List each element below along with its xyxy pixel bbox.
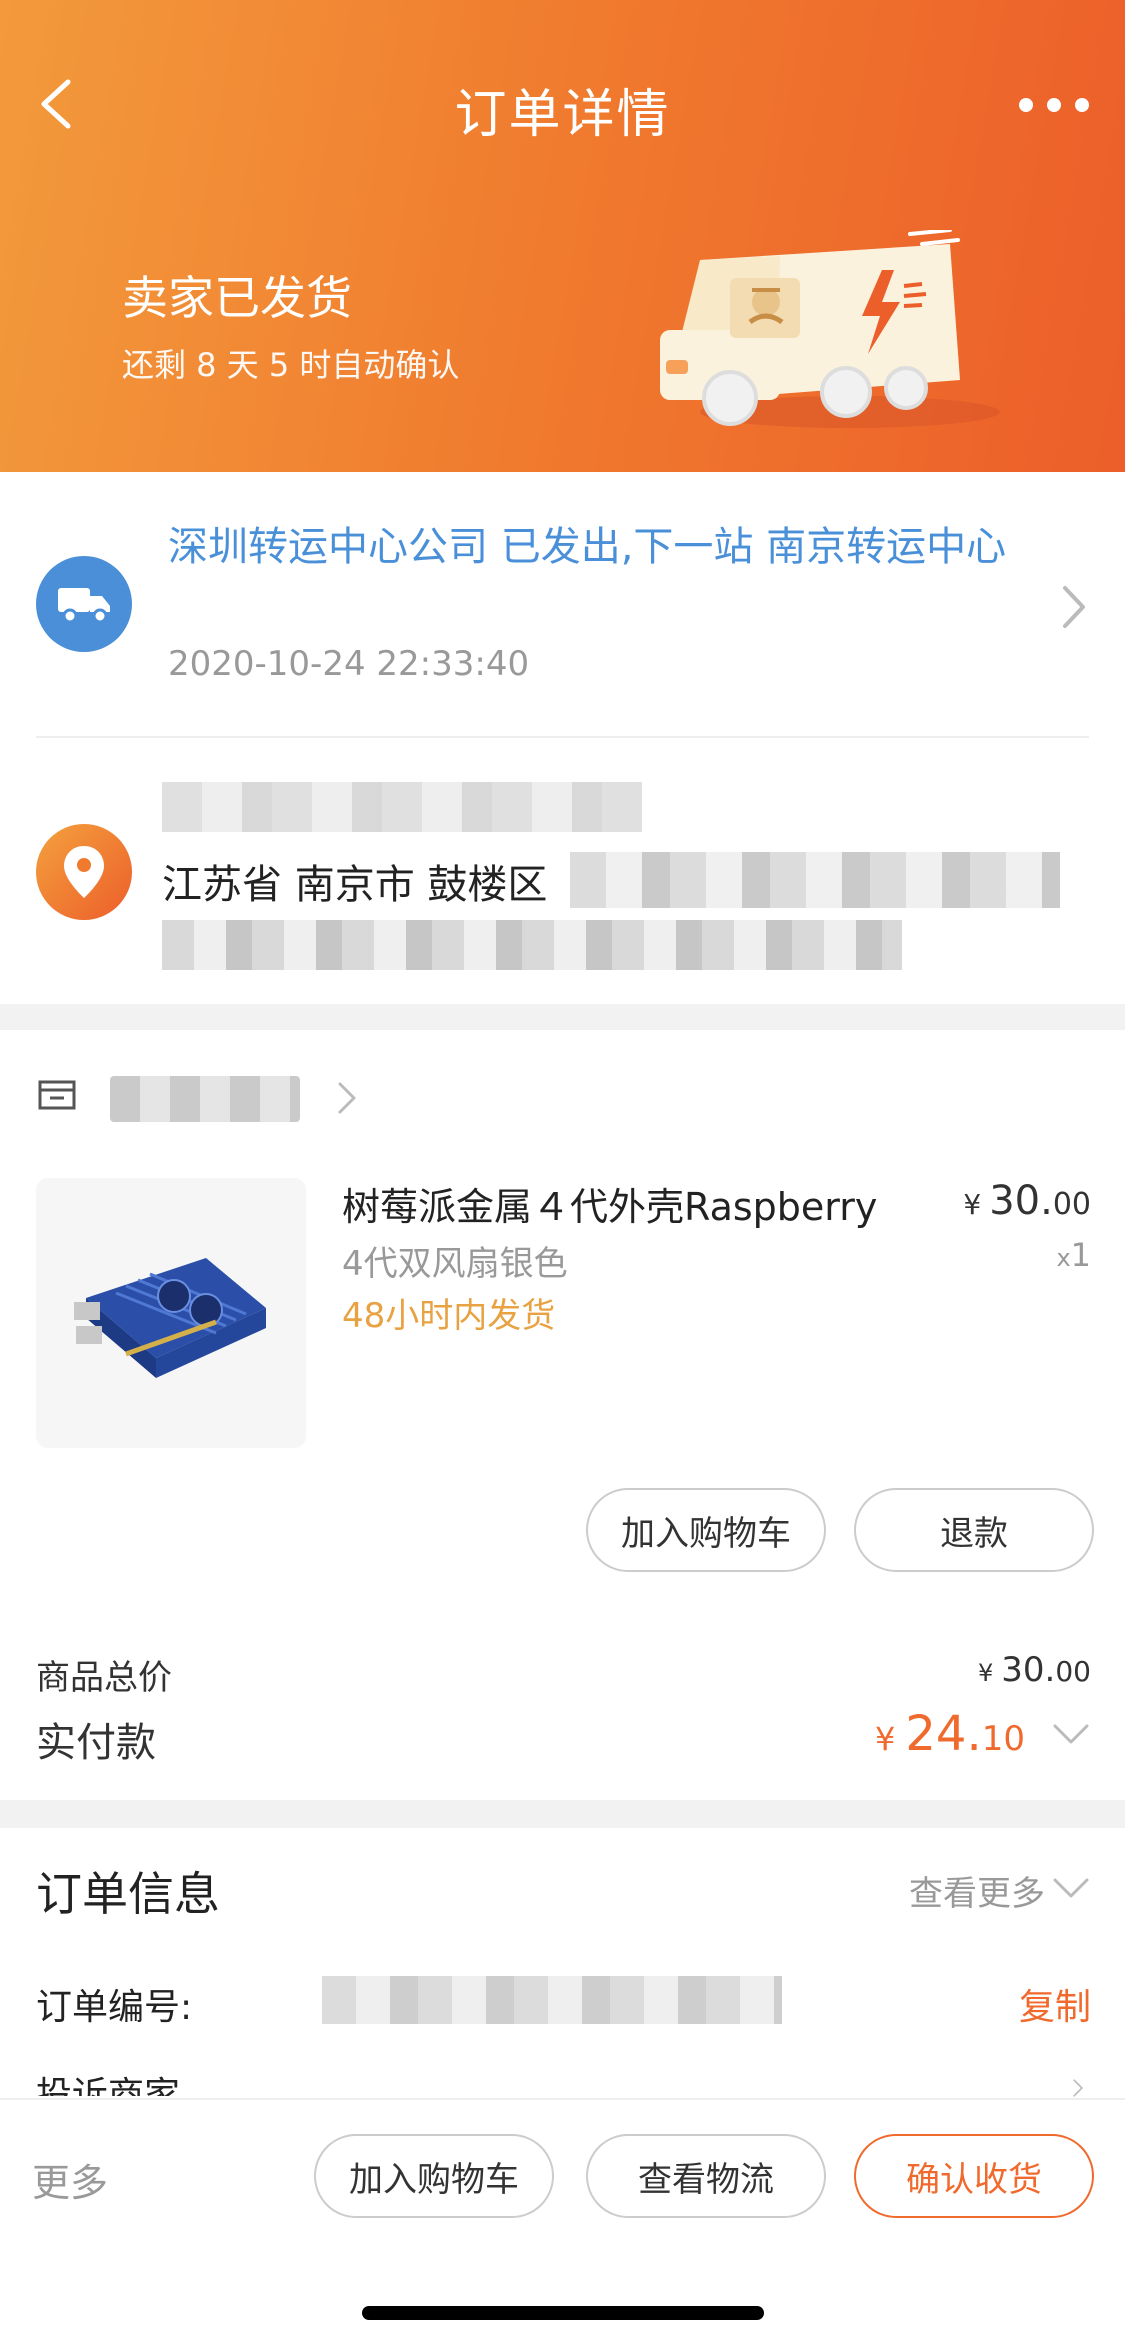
- chevron-right-icon[interactable]: [1067, 2078, 1089, 2098]
- total-price-label: 商品总价: [36, 1658, 172, 1698]
- status-title: 卖家已发货: [122, 271, 352, 325]
- price-integer: 30.: [989, 1178, 1053, 1224]
- total-price-value: ¥30.00: [978, 1650, 1091, 1690]
- product-image[interactable]: [36, 1178, 306, 1448]
- dot-icon: [1047, 98, 1061, 112]
- shop-name-redacted[interactable]: [110, 1076, 300, 1122]
- currency-symbol: ¥: [875, 1720, 896, 1758]
- order-number-label: 订单编号:: [36, 1987, 193, 2028]
- price-integer: 24.: [905, 1706, 982, 1762]
- chevron-right-icon[interactable]: [336, 1080, 358, 1116]
- product-sku: 4代双风扇银色: [342, 1244, 568, 1284]
- price-decimal: 00: [1055, 1655, 1091, 1688]
- product-title[interactable]: 树莓派金属４代外壳Raspberry: [342, 1176, 877, 1231]
- logistics-address-card: 深圳转运中心公司 已发出,下一站 南京转运中心 2020-10-24 22:33…: [0, 472, 1125, 1004]
- logistics-latest-message[interactable]: 深圳转运中心公司 已发出,下一站 南京转运中心: [168, 522, 1008, 572]
- product-card: 树莓派金属４代外壳Raspberry 4代双风扇银色 48小时内发货 ¥30.0…: [0, 1030, 1125, 1800]
- dot-icon: [1019, 98, 1033, 112]
- view-logistics-button[interactable]: 查看物流: [586, 2134, 826, 2218]
- address-region: 江苏省 南京市 鼓楼区: [162, 862, 548, 908]
- paid-amount-value[interactable]: ¥24.10: [875, 1706, 1025, 1762]
- nav-bar: 订单详情: [0, 60, 1125, 150]
- add-to-cart-button[interactable]: 加入购物车: [586, 1488, 826, 1572]
- product-quantity: x1: [1056, 1236, 1091, 1274]
- order-number-redacted: [322, 1976, 782, 2024]
- price-decimal: 10: [981, 1719, 1025, 1759]
- truck-icon: [36, 556, 132, 652]
- address-detail-redacted: [162, 920, 902, 970]
- location-pin-icon: [36, 824, 132, 920]
- bottom-action-bar: 更多 加入购物车 查看物流 确认收货: [0, 2098, 1125, 2329]
- confirm-receipt-button[interactable]: 确认收货: [854, 2134, 1094, 2218]
- paid-amount-label: 实付款: [36, 1720, 156, 1766]
- currency-symbol: ¥: [963, 1188, 982, 1221]
- more-actions-link[interactable]: 更多: [32, 2152, 108, 2207]
- quantity-prefix: x: [1056, 1244, 1071, 1272]
- chevron-down-icon[interactable]: [1051, 1720, 1091, 1750]
- order-status-header: 订单详情 卖家已发货 还剩 8 天 5 时自动确认: [0, 0, 1125, 472]
- add-to-cart-button[interactable]: 加入购物车: [314, 2134, 554, 2218]
- currency-symbol: ¥: [978, 1659, 994, 1687]
- dot-icon: [1075, 98, 1089, 112]
- shipping-promise: 48小时内发货: [342, 1296, 556, 1336]
- logistics-timestamp: 2020-10-24 22:33:40: [168, 644, 530, 684]
- divider: [36, 736, 1089, 738]
- price-decimal: 00: [1052, 1187, 1091, 1222]
- auto-confirm-countdown: 还剩 8 天 5 时自动确认: [122, 346, 460, 384]
- order-info-title: 订单信息: [36, 1867, 220, 1921]
- address-detail-redacted: [570, 852, 1060, 908]
- refund-button[interactable]: 退款: [854, 1488, 1094, 1572]
- product-price: ¥30.00: [963, 1178, 1091, 1224]
- price-integer: 30.: [1001, 1650, 1056, 1690]
- home-indicator[interactable]: [362, 2306, 764, 2320]
- order-info-card: 订单信息 查看更多 订单编号: 复制 投诉商家: [0, 1828, 1125, 2098]
- more-options-button[interactable]: [1019, 80, 1089, 130]
- recipient-name-redacted: [162, 782, 642, 832]
- quantity-value: 1: [1070, 1236, 1091, 1274]
- shop-icon: [38, 1080, 76, 1110]
- delivery-truck-illustration: [660, 230, 1000, 428]
- chevron-right-icon[interactable]: [1059, 582, 1089, 632]
- complain-seller-row[interactable]: 投诉商家: [36, 2066, 180, 2096]
- page-title: 订单详情: [454, 85, 671, 145]
- chevron-down-icon[interactable]: [1051, 1874, 1091, 1904]
- copy-order-number-button[interactable]: 复制: [1019, 1978, 1091, 2030]
- view-more-link[interactable]: 查看更多: [909, 1866, 1045, 1915]
